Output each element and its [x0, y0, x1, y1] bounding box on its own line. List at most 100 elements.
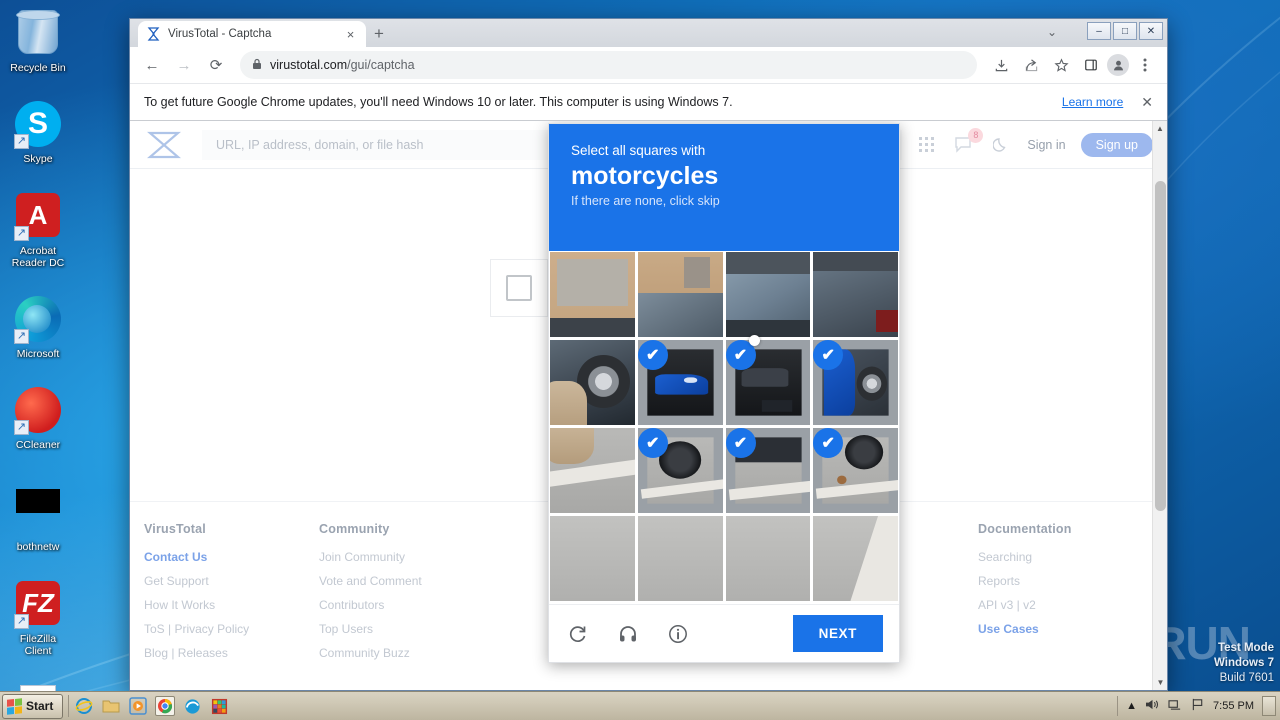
- start-button[interactable]: Start: [2, 693, 64, 719]
- taskbar-clock[interactable]: 7:55 PM: [1213, 700, 1254, 712]
- network-icon[interactable]: [1168, 698, 1183, 714]
- captcha-tile[interactable]: ✔: [813, 428, 898, 513]
- desktop-icon-acrobat-reader[interactable]: A ↗ Acrobat Reader DC: [6, 191, 70, 269]
- internet-explorer-icon[interactable]: [74, 696, 94, 716]
- footer-column-title: VirusTotal: [144, 522, 206, 536]
- footer-link-community-buzz[interactable]: Community Buzz: [319, 646, 569, 660]
- back-button[interactable]: ←: [138, 51, 166, 79]
- close-button[interactable]: ✕: [1139, 22, 1163, 40]
- side-panel-icon[interactable]: [1077, 51, 1105, 79]
- close-icon[interactable]: ✕: [1133, 94, 1153, 111]
- footer-link-join-community[interactable]: Join Community: [319, 550, 569, 564]
- footer-link-top-users[interactable]: Top Users: [319, 622, 569, 636]
- footer-link-get-support[interactable]: Get Support: [144, 574, 319, 588]
- checkbox-icon[interactable]: [506, 275, 532, 301]
- headphones-audio-icon[interactable]: [615, 621, 641, 647]
- scrollbar-thumb[interactable]: [1155, 181, 1166, 511]
- comments-icon[interactable]: 8: [953, 127, 984, 156]
- browser-tab-virustotal-captcha[interactable]: VirusTotal - Captcha ×: [138, 21, 366, 47]
- windows-explorer-icon[interactable]: [101, 696, 121, 716]
- captcha-tile[interactable]: [550, 428, 635, 513]
- three-dot-menu-icon[interactable]: [1131, 51, 1159, 79]
- profile-avatar-icon[interactable]: [1107, 54, 1129, 76]
- captcha-drag-handle[interactable]: [749, 335, 760, 346]
- url-host: virustotal.com: [270, 58, 348, 72]
- new-tab-button[interactable]: +: [366, 21, 392, 47]
- downloads-icon[interactable]: [987, 51, 1015, 79]
- tile-selected-checkmark-icon: ✔: [637, 340, 668, 370]
- info-icon[interactable]: [665, 621, 691, 647]
- captcha-tile[interactable]: ✔: [813, 340, 898, 425]
- footer-link-use-cases[interactable]: Use Cases: [978, 622, 1153, 636]
- footer-link-how-it-works[interactable]: How It Works: [144, 598, 319, 612]
- desktop-icon-label: Microsoft: [16, 348, 60, 360]
- virustotal-logo-icon[interactable]: [144, 129, 188, 161]
- learn-more-link[interactable]: Learn more: [1062, 95, 1123, 109]
- desktop-icon-label: Recycle Bin: [10, 62, 66, 74]
- minimize-button[interactable]: –: [1087, 22, 1111, 40]
- system-tray: ▲ 7:55 PM: [1117, 696, 1280, 716]
- captcha-tile[interactable]: [813, 252, 898, 337]
- show-hidden-icons-icon[interactable]: ▲: [1126, 700, 1137, 712]
- next-button[interactable]: NEXT: [792, 615, 883, 652]
- recaptcha-image-challenge[interactable]: Select all squares with motorcycles If t…: [548, 123, 900, 663]
- captcha-tile[interactable]: ✔: [725, 340, 811, 425]
- footer-link-searching[interactable]: Searching: [978, 550, 1153, 564]
- share-icon[interactable]: [1017, 51, 1045, 79]
- taskbar-microsoft-edge-icon[interactable]: [182, 696, 202, 716]
- desktop-icon-bothnetw[interactable]: bothnetw: [6, 477, 70, 553]
- desktop-icon-microsoft-edge[interactable]: ↗ Microsoft: [6, 295, 70, 360]
- show-desktop-button[interactable]: [1262, 696, 1276, 716]
- reload-button[interactable]: ⟳: [202, 51, 230, 79]
- taskbar-google-chrome-icon[interactable]: [155, 696, 176, 716]
- footer-link-tos-privacy[interactable]: ToS | Privacy Policy: [144, 622, 319, 636]
- captcha-tile[interactable]: ✔: [725, 428, 811, 513]
- captcha-tile[interactable]: [725, 516, 811, 601]
- moon-icon[interactable]: [990, 134, 1012, 156]
- chevron-down-icon[interactable]: ⌄: [1047, 25, 1057, 39]
- taskbar-app-icon[interactable]: [209, 696, 229, 716]
- volume-icon[interactable]: [1145, 698, 1160, 714]
- footer-link-contributors[interactable]: Contributors: [319, 598, 569, 612]
- browser-titlebar[interactable]: VirusTotal - Captcha × + ⌄ – □ ✕: [130, 19, 1167, 47]
- sign-in-link[interactable]: Sign in: [1027, 138, 1065, 152]
- desktop-icon-skype[interactable]: S ↗ Skype: [6, 100, 70, 165]
- footer-link-vote-and-comment[interactable]: Vote and Comment: [319, 574, 569, 588]
- scroll-up-arrow-icon[interactable]: ▲: [1153, 121, 1167, 136]
- captcha-footer: NEXT: [549, 604, 899, 662]
- sign-up-button[interactable]: Sign up: [1080, 132, 1153, 157]
- captcha-tile[interactable]: [550, 252, 635, 337]
- captcha-tile[interactable]: [550, 340, 635, 425]
- recaptcha-anchor-checkbox[interactable]: [490, 259, 548, 317]
- captcha-tile[interactable]: [637, 252, 723, 337]
- chrome-browser-window[interactable]: VirusTotal - Captcha × + ⌄ – □ ✕ ← → ⟳ v…: [129, 18, 1168, 691]
- captcha-tile[interactable]: [813, 516, 898, 601]
- apps-grid-icon[interactable]: [916, 134, 938, 156]
- close-icon[interactable]: ×: [343, 27, 358, 42]
- captcha-tile[interactable]: [550, 516, 635, 601]
- captcha-tile[interactable]: [637, 516, 723, 601]
- restore-button[interactable]: □: [1113, 22, 1137, 40]
- captcha-tile[interactable]: ✔: [637, 340, 723, 425]
- desktop-icon-label: FileZilla Client: [19, 633, 57, 657]
- footer-link-blog-releases[interactable]: Blog | Releases: [144, 646, 319, 660]
- scroll-down-arrow-icon[interactable]: ▼: [1153, 675, 1167, 690]
- skype-icon: S ↗: [14, 101, 62, 149]
- page-scrollbar[interactable]: ▲ ▼: [1152, 121, 1167, 690]
- media-player-icon[interactable]: [128, 696, 148, 716]
- reload-icon[interactable]: [565, 621, 591, 647]
- desktop-icon-recycle-bin[interactable]: Recycle Bin: [6, 8, 70, 74]
- captcha-tile[interactable]: [725, 252, 811, 337]
- desktop-icon-ccleaner[interactable]: ↗ CCleaner: [6, 386, 70, 451]
- footer-link-api-v3-v2[interactable]: API v3 | v2: [978, 598, 1153, 612]
- captcha-tile[interactable]: ✔: [637, 428, 723, 513]
- footer-column-virustotal: VirusTotal Contact Us Get Support How It…: [144, 522, 319, 670]
- footer-link-contact-us[interactable]: Contact Us: [144, 550, 319, 564]
- action-center-flag-icon[interactable]: [1191, 698, 1205, 714]
- forward-button[interactable]: →: [170, 51, 198, 79]
- desktop-icon-filezilla[interactable]: FZ ↗ FileZilla Client: [6, 579, 70, 657]
- address-bar[interactable]: virustotal.com/gui/captcha: [240, 51, 977, 79]
- bookmark-star-icon[interactable]: [1047, 51, 1075, 79]
- footer-link-reports[interactable]: Reports: [978, 574, 1153, 588]
- tile-selected-checkmark-icon: ✔: [725, 428, 756, 458]
